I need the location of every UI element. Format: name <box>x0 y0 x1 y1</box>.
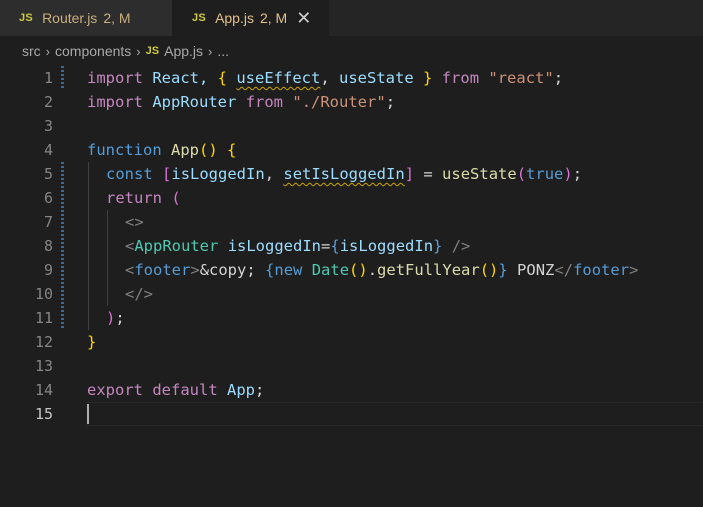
line-number: 11 <box>34 309 53 327</box>
code-line: 14 export default App; <box>0 378 703 402</box>
git-change-marker <box>61 282 64 306</box>
code-line: 9 <footer>&copy; {new Date().getFullYear… <box>0 258 703 282</box>
line-number: 10 <box>34 285 53 303</box>
chevron-right-icon: › <box>45 43 51 59</box>
git-change-marker <box>61 162 64 186</box>
code-line: 11 ); <box>0 306 703 330</box>
code-text: const [isLoggedIn, setIsLoggedIn] = useS… <box>106 165 583 183</box>
line-number: 1 <box>43 69 53 87</box>
tab-status: 2, M <box>259 10 288 26</box>
code-text: ); <box>106 309 125 327</box>
code-line: 7 <> <box>0 210 703 234</box>
code-line: 3 <box>0 114 703 138</box>
line-number: 15 <box>34 405 53 423</box>
code-text: <footer>&copy; {new Date().getFullYear()… <box>125 261 639 279</box>
line-number: 6 <box>43 189 53 207</box>
code-line: 10 </> <box>0 282 703 306</box>
code-line: 6 return ( <box>0 186 703 210</box>
js-file-icon: JS <box>145 45 160 57</box>
breadcrumb-src[interactable]: src <box>22 43 41 59</box>
git-change-marker <box>61 234 64 258</box>
breadcrumb: src › components › JS App.js › ... <box>0 36 703 66</box>
tab-label: App.js <box>215 10 254 26</box>
code-text: <AppRouter isLoggedIn={isLoggedIn} /> <box>125 237 471 255</box>
line-number: 7 <box>43 213 53 231</box>
code-text: } <box>87 333 97 351</box>
code-text: import React, { useEffect, useState } fr… <box>87 69 564 87</box>
git-change-marker <box>61 306 64 330</box>
code-line: 13 <box>0 354 703 378</box>
code-text: import AppRouter from "./Router"; <box>87 93 396 111</box>
breadcrumb-components[interactable]: components <box>55 43 131 59</box>
code-line: 15 <box>0 402 703 426</box>
git-change-marker <box>61 210 64 234</box>
tab-router-js[interactable]: JS Router.js 2, M <box>0 0 172 36</box>
code-editor[interactable]: 1 import React, { useEffect, useState } … <box>0 66 703 507</box>
tab-label: Router.js <box>42 10 98 26</box>
line-number: 14 <box>34 381 53 399</box>
close-icon[interactable]: ✕ <box>296 9 311 27</box>
git-change-marker <box>61 66 64 90</box>
line-number: 4 <box>43 141 53 159</box>
chevron-right-icon: › <box>136 43 141 59</box>
line-number: 5 <box>43 165 53 183</box>
code-line: 1 import React, { useEffect, useState } … <box>0 66 703 90</box>
code-line: 8 <AppRouter isLoggedIn={isLoggedIn} /> <box>0 234 703 258</box>
line-number: 9 <box>43 261 53 279</box>
git-change-marker <box>61 186 64 210</box>
line-number: 2 <box>43 93 53 111</box>
code-line: 12 } <box>0 330 703 354</box>
code-line: 2 import AppRouter from "./Router"; <box>0 90 703 114</box>
js-file-icon: JS <box>19 12 34 24</box>
line-number: 13 <box>34 357 53 375</box>
chevron-right-icon: › <box>208 43 213 59</box>
tab-app-js[interactable]: JS App.js 2, M ✕ <box>172 0 329 36</box>
code-text: export default App; <box>87 381 265 399</box>
text-cursor <box>87 404 89 424</box>
line-number: 8 <box>43 237 53 255</box>
code-text: function App() { <box>87 141 237 159</box>
breadcrumb-symbols[interactable]: ... <box>217 43 229 59</box>
line-number: 3 <box>43 117 53 135</box>
breadcrumb-app-js[interactable]: App.js <box>164 43 203 59</box>
code-text: <> <box>125 213 144 231</box>
js-file-icon: JS <box>192 12 207 24</box>
code-text: return ( <box>106 189 181 207</box>
git-change-marker <box>61 258 64 282</box>
tab-status: 2, M <box>103 10 131 26</box>
code-line: 5 const [isLoggedIn, setIsLoggedIn] = us… <box>0 162 703 186</box>
editor-tab-bar: JS Router.js 2, M JS App.js 2, M ✕ <box>0 0 703 36</box>
code-text: </> <box>125 285 153 303</box>
line-number: 12 <box>34 333 53 351</box>
code-line: 4 function App() { <box>0 138 703 162</box>
